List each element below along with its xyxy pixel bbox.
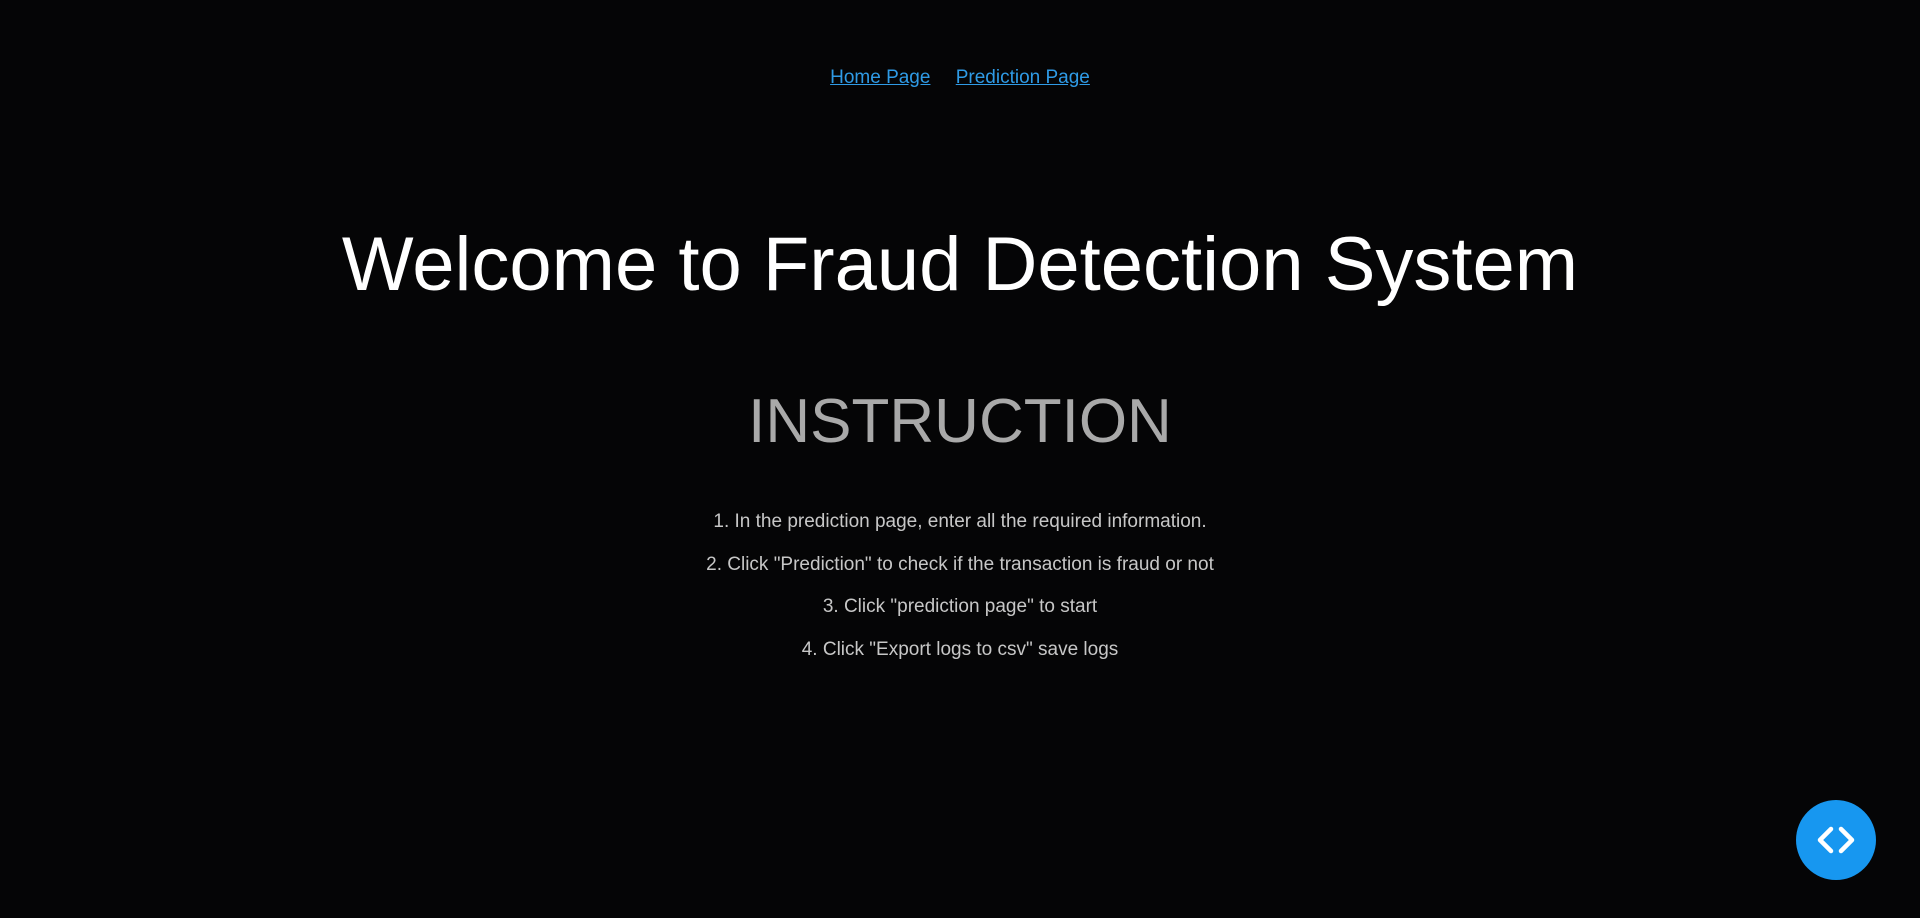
prediction-page-link[interactable]: Prediction Page bbox=[956, 67, 1090, 88]
code-toggle-button[interactable] bbox=[1796, 800, 1876, 880]
page-title: Welcome to Fraud Detection System bbox=[341, 222, 1579, 307]
home-page-link[interactable]: Home Page bbox=[830, 67, 930, 88]
top-nav: Home Page Prediction Page bbox=[0, 64, 1920, 92]
instruction-step-4: 4. Click "Export logs to csv" save logs bbox=[801, 638, 1119, 660]
instruction-list: 1. In the prediction page, enter all the… bbox=[0, 508, 1920, 678]
code-brackets-icon bbox=[1817, 826, 1855, 854]
instruction-heading: INSTRUCTION bbox=[748, 387, 1172, 456]
instruction-step-2: 2. Click "Prediction" to check if the tr… bbox=[706, 553, 1214, 575]
home-page: Home Page Prediction Page Welcome to Fra… bbox=[0, 0, 1920, 918]
instruction-step-3: 3. Click "prediction page" to start bbox=[822, 596, 1098, 617]
instruction-step-1: 1. In the prediction page, enter all the… bbox=[713, 511, 1207, 532]
